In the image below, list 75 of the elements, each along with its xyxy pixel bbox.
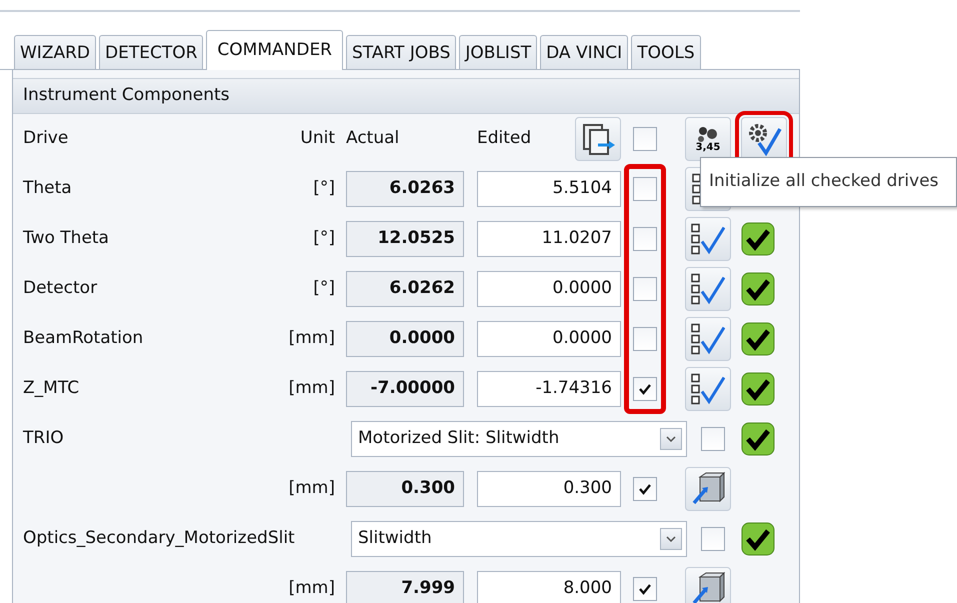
unit-label: [°] bbox=[312, 276, 335, 300]
checklist-icon bbox=[691, 222, 725, 254]
apply-button[interactable] bbox=[685, 566, 731, 603]
checkbox[interactable] bbox=[633, 126, 657, 150]
checklist-icon bbox=[691, 272, 725, 304]
checkbox[interactable] bbox=[701, 526, 725, 550]
checkbox[interactable] bbox=[633, 226, 657, 250]
column-header: Unit bbox=[299, 126, 335, 150]
initialize-drive-button[interactable] bbox=[685, 366, 731, 410]
edited-value-field[interactable]: 11.0207 bbox=[477, 220, 621, 256]
edited-value-field[interactable]: 0.0000 bbox=[477, 270, 621, 306]
checkbox[interactable] bbox=[633, 326, 657, 350]
actual-value: 0.0000 bbox=[346, 320, 464, 356]
dropdown[interactable]: Motorized Slit: Slitwidth bbox=[351, 420, 687, 456]
unit-label: [°] bbox=[312, 226, 335, 250]
check-icon bbox=[638, 582, 652, 594]
edited-value-field[interactable]: 8.000 bbox=[477, 570, 621, 603]
checklist-icon bbox=[691, 322, 725, 354]
checklist-icon bbox=[691, 372, 725, 404]
unit-label: [°] bbox=[312, 176, 335, 200]
initialize-drive-button[interactable] bbox=[685, 216, 731, 260]
caret-icon bbox=[660, 428, 682, 450]
actual-value: 6.0262 bbox=[346, 270, 464, 306]
edited-value-field[interactable]: -1.74316 bbox=[477, 370, 621, 406]
dropdown-value: Motorized Slit: Slitwidth bbox=[358, 426, 560, 450]
edited-value-field[interactable]: 5.5104 bbox=[477, 170, 621, 206]
check-icon bbox=[638, 482, 652, 494]
edited-value-field[interactable]: 0.0000 bbox=[477, 320, 621, 356]
checkbox[interactable] bbox=[633, 276, 657, 300]
drive-name: Detector bbox=[23, 276, 98, 300]
checkbox[interactable] bbox=[633, 576, 657, 600]
tab[interactable]: START JOBS bbox=[346, 35, 456, 69]
tab[interactable]: DETECTOR bbox=[99, 35, 204, 69]
initialize-drive-button[interactable] bbox=[685, 316, 731, 360]
caret-icon bbox=[660, 528, 682, 550]
drive-name: Theta bbox=[23, 176, 73, 200]
check-icon bbox=[638, 382, 652, 394]
tab[interactable]: WIZARD bbox=[14, 35, 96, 69]
tab[interactable]: COMMANDER bbox=[206, 30, 343, 70]
edited-value-field[interactable]: 0.300 bbox=[477, 470, 621, 506]
tab[interactable]: JOBLIST bbox=[459, 35, 538, 69]
unit-label: [mm] bbox=[288, 476, 335, 500]
actual-value: -7.00000 bbox=[346, 370, 464, 406]
column-header: Edited bbox=[477, 126, 532, 150]
drive-name: Z_MTC bbox=[23, 376, 80, 400]
copy-button[interactable] bbox=[575, 116, 621, 160]
column-header: Drive bbox=[23, 126, 70, 150]
apply-button[interactable] bbox=[685, 466, 731, 510]
component-name: TRIO bbox=[23, 426, 65, 450]
actual-value: 12.0525 bbox=[346, 220, 464, 256]
initialize-drive-button[interactable] bbox=[685, 266, 731, 310]
dropdown-value: Slitwidth bbox=[358, 526, 432, 550]
checkbox[interactable] bbox=[633, 176, 657, 200]
actual-value: 7.999 bbox=[346, 570, 464, 603]
tooltip: Initialize all checked drives bbox=[700, 157, 957, 207]
tab[interactable]: DA VINCI bbox=[540, 35, 628, 69]
cube-arrow-icon bbox=[690, 570, 726, 603]
unit-label: [mm] bbox=[288, 576, 335, 600]
unit-label: [mm] bbox=[288, 326, 335, 350]
checkbox[interactable] bbox=[701, 426, 725, 450]
actual-value: 0.300 bbox=[346, 470, 464, 506]
checkbox[interactable] bbox=[633, 476, 657, 500]
cube-arrow-icon bbox=[690, 470, 726, 506]
number-format-button[interactable]: 3,45 bbox=[685, 116, 731, 160]
drive-name: BeamRotation bbox=[23, 326, 144, 350]
tab[interactable]: TOOLS bbox=[631, 35, 701, 69]
actual-value: 6.0263 bbox=[346, 170, 464, 206]
component-name: Optics_Secondary_MotorizedSlit bbox=[23, 526, 296, 550]
column-header: Actual bbox=[346, 126, 400, 150]
checklist-icon bbox=[692, 172, 700, 204]
section-title: Instrument Components bbox=[13, 78, 799, 114]
checkbox[interactable] bbox=[633, 376, 657, 400]
dropdown[interactable]: Slitwidth bbox=[351, 520, 687, 556]
unit-label: [mm] bbox=[288, 376, 335, 400]
drive-name: Two Theta bbox=[23, 226, 110, 250]
